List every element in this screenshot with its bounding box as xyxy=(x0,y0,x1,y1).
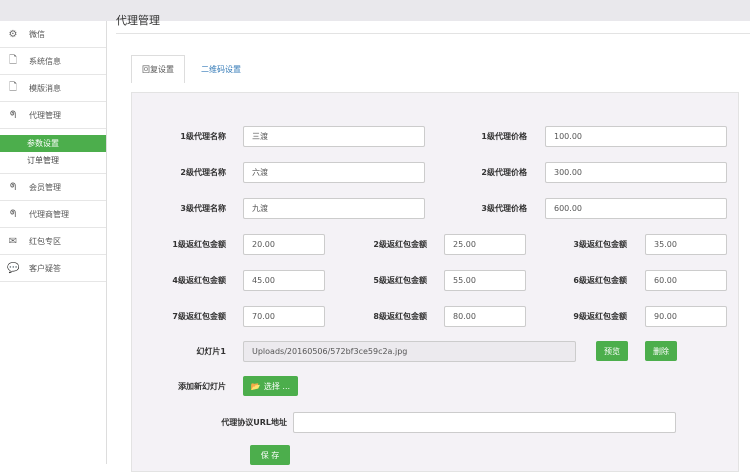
agent-price-label: 1级代理价格 xyxy=(481,132,527,141)
folder-open-icon: 📂 xyxy=(250,381,261,391)
agent-name-label: 3级代理名称 xyxy=(180,204,226,213)
envelope-icon: ✉ xyxy=(8,235,18,247)
rebate-8-input[interactable]: 80.00 xyxy=(444,306,526,327)
save-button[interactable]: 保 存 xyxy=(250,445,290,465)
agent-agreement-url-input[interactable] xyxy=(293,412,676,433)
slide-path-input[interactable]: Uploads/20160506/572bf3ce59c2a.jpg xyxy=(243,341,576,362)
rebate-5-input[interactable]: 55.00 xyxy=(444,270,526,291)
submenu: 参数设置 订单管理 xyxy=(0,129,106,174)
sidebar-item-label: 客户疑答 xyxy=(29,263,61,273)
sidebar-item-label: 模版消息 xyxy=(29,83,61,93)
sidebar-item-customer-qa[interactable]: 💬 客户疑答 xyxy=(0,255,106,282)
sidebar-sub-parameter-settings[interactable]: 参数设置 xyxy=(0,135,106,152)
page-title: 代理管理 xyxy=(116,14,160,27)
sidebar-item-label: 代理管理 xyxy=(29,110,61,120)
rebate-label: 3级返红包金额 xyxy=(573,240,627,249)
sidebar-item-label: 红包专区 xyxy=(29,236,61,246)
sidebar-item-label: 会员管理 xyxy=(29,182,61,192)
agent-name-label: 1级代理名称 xyxy=(180,132,226,141)
gears-icon: ⚙ xyxy=(8,28,18,40)
tabs: 回复设置 二维码设置 xyxy=(131,55,251,83)
add-slide-label: 添加新幻灯片 xyxy=(178,382,226,391)
rss-icon: ᖗ xyxy=(9,109,17,121)
sidebar-item-agent-merchant[interactable]: ᖗ 代理商管理 xyxy=(0,201,106,228)
rebate-9-input[interactable]: 90.00 xyxy=(645,306,727,327)
choose-file-button[interactable]: 📂 选择 ... xyxy=(243,376,298,396)
tab-reply-settings[interactable]: 回复设置 xyxy=(131,55,185,83)
sidebar-item-label: 系统信息 xyxy=(29,56,61,66)
file-icon: 🗋 xyxy=(8,81,18,93)
sidebar-item-label: 代理商管理 xyxy=(29,209,69,219)
rebate-1-input[interactable]: 20.00 xyxy=(243,234,325,255)
rebate-3-input[interactable]: 35.00 xyxy=(645,234,727,255)
top-bar xyxy=(0,0,750,21)
agent-2-price-input[interactable]: 300.00 xyxy=(545,162,727,183)
rebate-label: 9级返红包金额 xyxy=(573,312,627,321)
sidebar-item-agent-management[interactable]: ᖗ 代理管理 xyxy=(0,102,106,129)
agent-3-name-input[interactable]: 九渡 xyxy=(243,198,425,219)
sidebar-item-member-management[interactable]: ᖗ 会员管理 xyxy=(0,174,106,201)
choose-label: 选择 ... xyxy=(263,381,291,391)
divider xyxy=(116,33,750,34)
agent-name-label: 2级代理名称 xyxy=(180,168,226,177)
rebate-label: 7级返红包金额 xyxy=(172,312,226,321)
sidebar-item-label: 微信 xyxy=(29,29,45,39)
agent-2-name-input[interactable]: 六渡 xyxy=(243,162,425,183)
rebate-4-input[interactable]: 45.00 xyxy=(243,270,325,291)
agent-3-price-input[interactable]: 600.00 xyxy=(545,198,727,219)
delete-button[interactable]: 删除 xyxy=(645,341,677,361)
rebate-2-input[interactable]: 25.00 xyxy=(444,234,526,255)
sidebar: ⚙ 微信 🗋 系统信息 🗋 模版消息 ᖗ 代理管理 参数设置 订单管理 ᖗ 会员管理 ᖗ 代… xyxy=(0,21,107,464)
rebate-label: 2级返红包金额 xyxy=(373,240,427,249)
agent-1-price-input[interactable]: 100.00 xyxy=(545,126,727,147)
rebate-label: 1级返红包金额 xyxy=(172,240,226,249)
comments-icon: 💬 xyxy=(7,262,20,274)
agent-agreement-url-label: 代理协议URL地址 xyxy=(221,418,287,427)
rss-icon: ᖗ xyxy=(9,208,17,220)
agent-price-label: 2级代理价格 xyxy=(481,168,527,177)
sidebar-item-wechat[interactable]: ⚙ 微信 xyxy=(0,21,106,48)
file-icon: 🗋 xyxy=(8,54,18,66)
rebate-7-input[interactable]: 70.00 xyxy=(243,306,325,327)
rss-icon: ᖗ xyxy=(9,181,17,193)
rebate-label: 4级返红包金额 xyxy=(172,276,226,285)
sidebar-item-system-info[interactable]: 🗋 系统信息 xyxy=(0,48,106,75)
rebate-label: 8级返红包金额 xyxy=(373,312,427,321)
agent-price-label: 3级代理价格 xyxy=(481,204,527,213)
rebate-label: 5级返红包金额 xyxy=(373,276,427,285)
sidebar-item-red-packet[interactable]: ✉ 红包专区 xyxy=(0,228,106,255)
slide-label: 幻灯片1 xyxy=(196,347,226,356)
preview-button[interactable]: 预览 xyxy=(596,341,628,361)
rebate-6-input[interactable]: 60.00 xyxy=(645,270,727,291)
sidebar-item-template-message[interactable]: 🗋 模版消息 xyxy=(0,75,106,102)
tab-qrcode-settings[interactable]: 二维码设置 xyxy=(191,55,251,83)
sidebar-sub-order-management[interactable]: 订单管理 xyxy=(0,152,106,169)
agent-1-name-input[interactable]: 三渡 xyxy=(243,126,425,147)
rebate-label: 6级返红包金额 xyxy=(573,276,627,285)
